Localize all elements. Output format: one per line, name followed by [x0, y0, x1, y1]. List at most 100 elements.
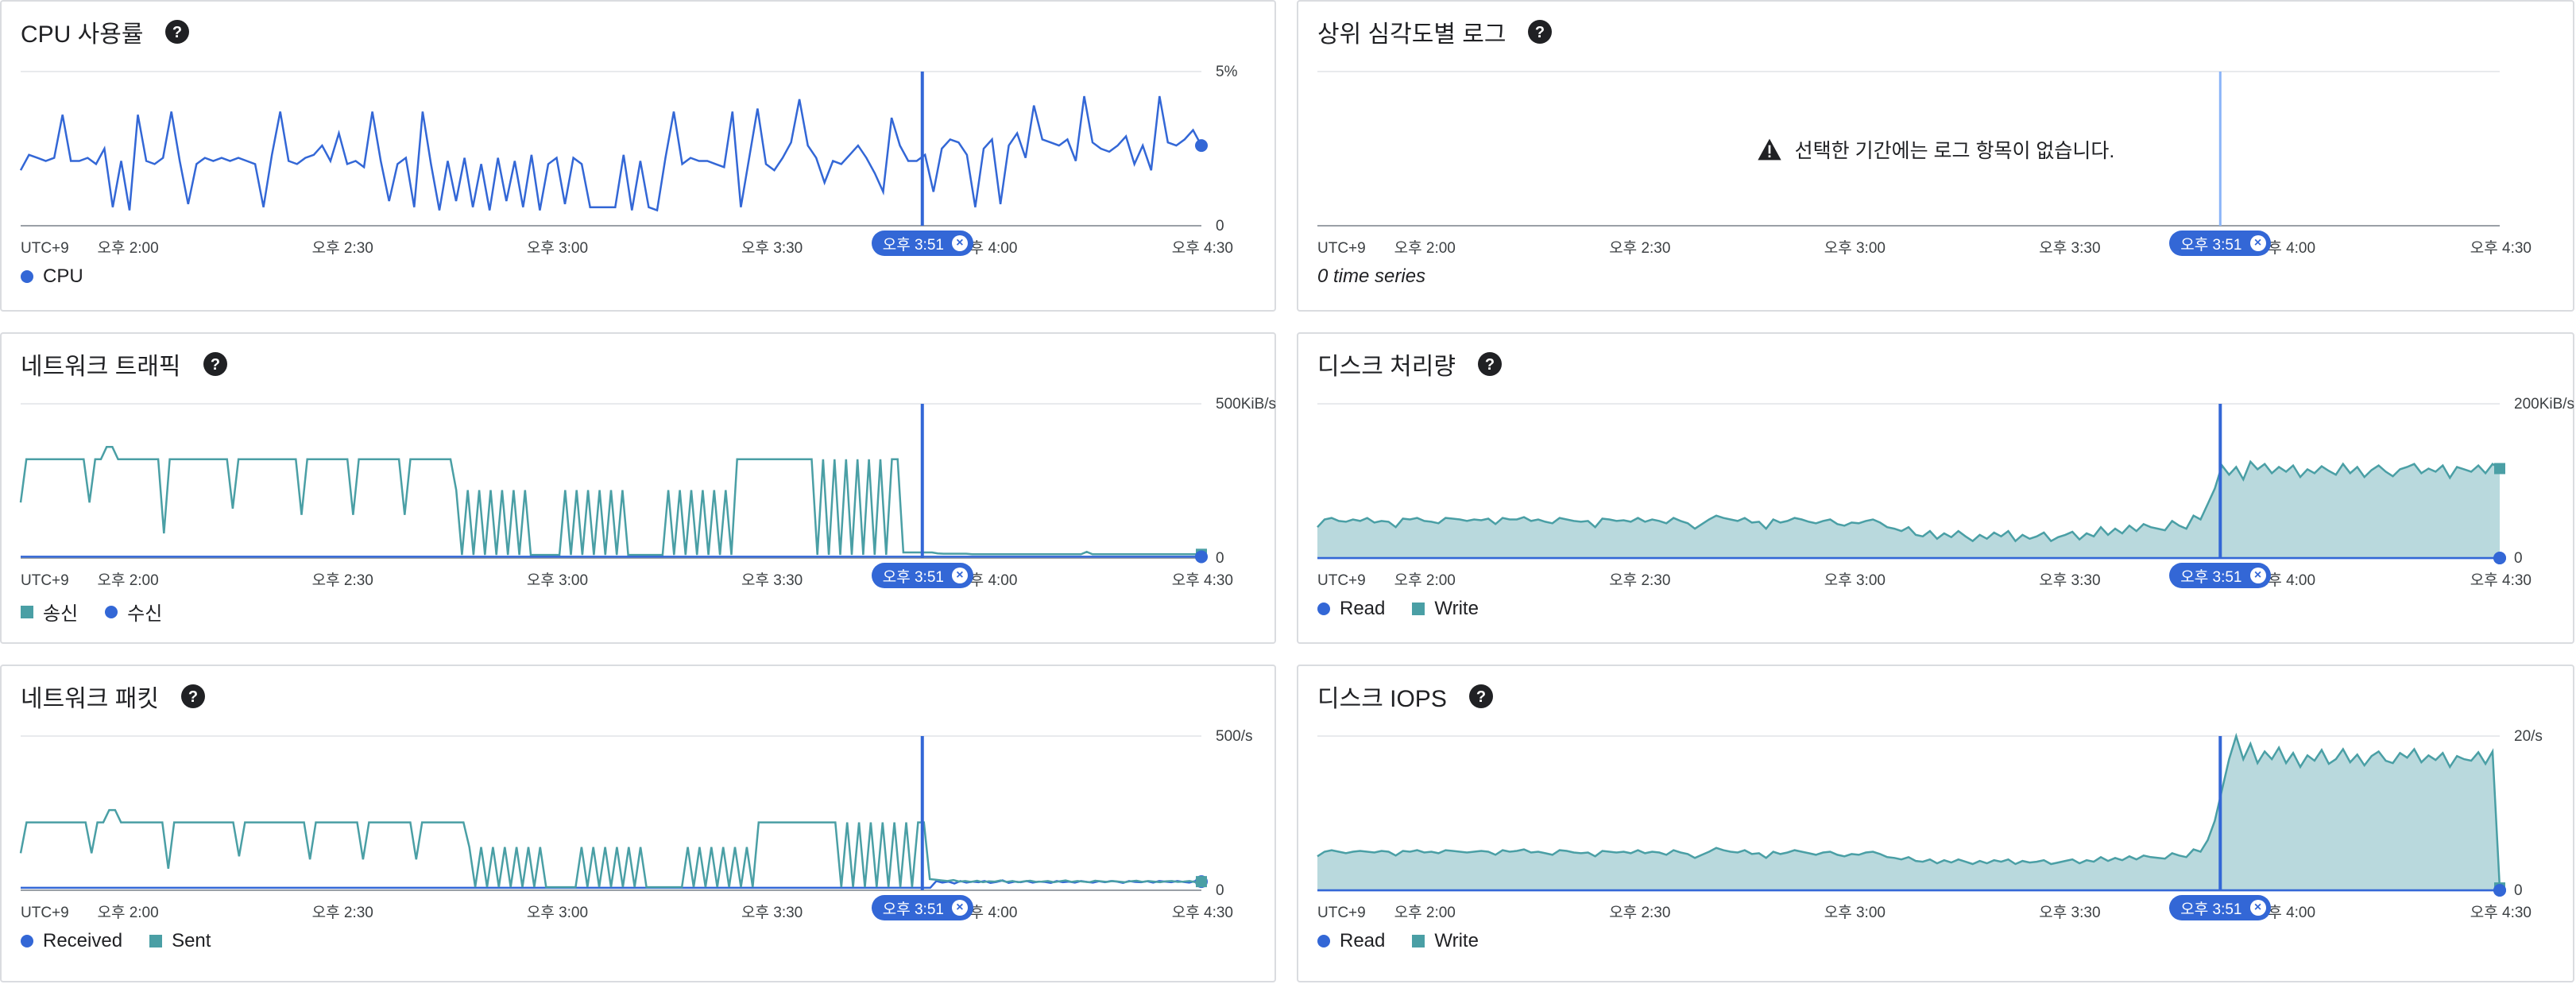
warning-icon	[1757, 138, 1782, 161]
time-cursor-chip[interactable]: 오후 3:51 ×	[2169, 563, 2272, 588]
x-tick-label: 오후 4:30	[2470, 572, 2532, 589]
legend-item[interactable]: Received	[21, 930, 122, 952]
time-cursor-chip[interactable]: 오후 3:51 ×	[871, 231, 973, 256]
x-tick-label: 오후 4:30	[2470, 904, 2532, 921]
chart-disk-throughput[interactable]: 200KiB/s 0 UTC+9 오후 2:00 오후 2:30 오후 3:00 오후 3:…	[1298, 334, 2576, 645]
x-tick-label: 오후 2:30	[312, 572, 373, 589]
legend-square-icon	[1412, 935, 1425, 947]
legend-label: 수신	[127, 603, 163, 625]
y-min-label: 0	[1216, 550, 1224, 567]
y-min-label: 0	[2514, 550, 2523, 567]
x-tick-label: 오후 2:30	[312, 239, 373, 257]
close-icon[interactable]: ×	[2249, 235, 2266, 251]
legend-label: Write	[1434, 930, 1479, 951]
legend: Received Sent	[21, 930, 211, 952]
time-cursor-chip[interactable]: 오후 3:51 ×	[871, 563, 973, 588]
close-icon[interactable]: ×	[951, 568, 968, 583]
x-tick-label: 오후 3:00	[1824, 572, 1886, 589]
time-cursor-chip[interactable]: 오후 3:51 ×	[2169, 231, 2272, 256]
x-tick-label: 오후 3:30	[2039, 904, 2100, 921]
x-tick-label: 오후 2:30	[312, 904, 373, 921]
time-cursor-label: 오후 3:51	[882, 901, 944, 918]
legend-square-icon	[1412, 603, 1425, 615]
card-network-packets: 네트워크 패킷 ? 500/s 0 UTC+9 오후 2:00 오후 2:30 오후 3:…	[0, 665, 1276, 982]
legend-item[interactable]: Read	[1317, 930, 1385, 952]
legend-square-icon	[149, 935, 163, 947]
x-tick-label: 오후 2:00	[1394, 572, 1456, 589]
x-tick-label: 오후 3:30	[741, 572, 803, 589]
y-max-label: 500/s	[1216, 728, 1252, 745]
series-line	[19, 808, 1202, 889]
legend-item[interactable]: 수신	[105, 598, 162, 626]
legend-item[interactable]: CPU	[21, 265, 83, 288]
time-cursor-label: 오후 3:51	[2180, 236, 2242, 254]
legend-label: Read	[1340, 930, 1386, 951]
y-max-label: 20/s	[2514, 728, 2543, 745]
legend: Read Write	[1317, 930, 1479, 952]
x-tick-label: 오후 3:30	[2039, 239, 2100, 257]
x-tick-label: 오후 2:30	[1609, 572, 1670, 589]
series-line	[19, 95, 1203, 212]
x-tick-label: 오후 2:00	[97, 239, 158, 257]
x-tick-label: 오후 4:30	[1172, 572, 1233, 589]
time-cursor-label: 오후 3:51	[2180, 568, 2242, 586]
legend-item[interactable]: 송신	[21, 598, 78, 626]
series-end-marker	[1195, 550, 1208, 564]
series-line	[19, 446, 1201, 556]
x-tick-label: 오후 3:00	[527, 239, 588, 257]
legend-item[interactable]: Write	[1412, 598, 1479, 620]
x-tick-label: 오후 3:30	[741, 904, 803, 921]
legend-dot-icon	[1317, 935, 1330, 947]
legend-item[interactable]: Read	[1317, 598, 1385, 620]
card-logs-by-severity: 상위 심각도별 로그 ? UTC+9 오후 2:00 오후 2:30 오후 3:00 오…	[1297, 0, 2574, 312]
x-tick-label: 오후 2:00	[1394, 904, 1456, 921]
legend: CPU	[21, 265, 83, 288]
close-icon[interactable]: ×	[2249, 900, 2266, 916]
empty-message: 선택한 기간에는 로그 항목이 없습니다.	[1794, 140, 2115, 162]
x-tick-label: 오후 3:00	[1824, 239, 1886, 257]
time-cursor-chip[interactable]: 오후 3:51 ×	[2169, 895, 2272, 920]
close-icon[interactable]: ×	[951, 900, 968, 916]
series-end-marker	[2494, 463, 2505, 475]
y-min-label: 0	[2514, 882, 2523, 899]
time-cursor-chip[interactable]: 오후 3:51 ×	[871, 895, 973, 920]
x-tick-label: 오후 2:30	[1609, 239, 1670, 257]
legend-square-icon	[21, 605, 33, 618]
legend: 0 time series	[1317, 265, 1425, 288]
legend-dot-icon	[21, 935, 33, 947]
x-tick-label: UTC+9	[1317, 905, 1366, 921]
x-tick-label: UTC+9	[21, 572, 69, 589]
x-tick-label: UTC+9	[21, 240, 69, 257]
y-max-label: 5%	[1216, 64, 1238, 80]
y-min-label: 0	[1216, 882, 1224, 899]
x-tick-label: 오후 4:30	[1172, 239, 1233, 257]
close-icon[interactable]: ×	[951, 235, 968, 251]
chart-cpu[interactable]: 5% 0 UTC+9 오후 2:00 오후 2:30 오후 3:00 오후 3:30 오후 4…	[2, 2, 1278, 313]
legend-label: 송신	[43, 603, 79, 625]
series-end-marker	[1196, 876, 1207, 888]
close-icon[interactable]: ×	[2249, 568, 2266, 583]
card-network-traffic: 네트워크 트래픽 ? 500KiB/s 0 UTC+9 오후 2:00 오후 2:30 오…	[0, 332, 1276, 644]
x-tick-label: 오후 3:00	[1824, 904, 1886, 921]
card-cpu-usage: CPU 사용률 ? 5% 0 UTC+9 오후 2:00 오후 2:30 오후 3:00 오…	[0, 0, 1276, 312]
x-tick-label: 오후 3:00	[527, 904, 588, 921]
legend-item[interactable]: Write	[1412, 930, 1479, 952]
x-tick-label: 오후 2:00	[1394, 239, 1456, 257]
x-tick-label: 오후 3:30	[741, 239, 803, 257]
x-tick-label: 오후 4:30	[2470, 239, 2532, 257]
legend-dot-icon	[21, 270, 33, 283]
legend-label: Read	[1340, 598, 1386, 619]
legend-item[interactable]: Sent	[149, 930, 211, 952]
y-max-label: 200KiB/s	[2514, 396, 2574, 413]
x-tick-label: 오후 2:00	[97, 572, 158, 589]
legend: Read Write	[1317, 598, 1479, 620]
x-tick-label: 오후 3:00	[527, 572, 588, 589]
time-cursor-label: 오후 3:51	[882, 236, 944, 254]
chart-disk-iops[interactable]: 20/s 0 UTC+9 오후 2:00 오후 2:30 오후 3:00 오후 3:30 오후…	[1298, 666, 2576, 984]
x-tick-label: 오후 2:30	[1609, 904, 1670, 921]
chart-network-traffic[interactable]: 500KiB/s 0 UTC+9 오후 2:00 오후 2:30 오후 3:00 오후 3:…	[2, 334, 1278, 645]
y-max-label: 500KiB/s	[1216, 396, 1276, 413]
x-tick-label: 오후 4:30	[1172, 904, 1233, 921]
legend: 송신 수신	[21, 598, 162, 626]
series-end-marker	[1195, 139, 1208, 153]
